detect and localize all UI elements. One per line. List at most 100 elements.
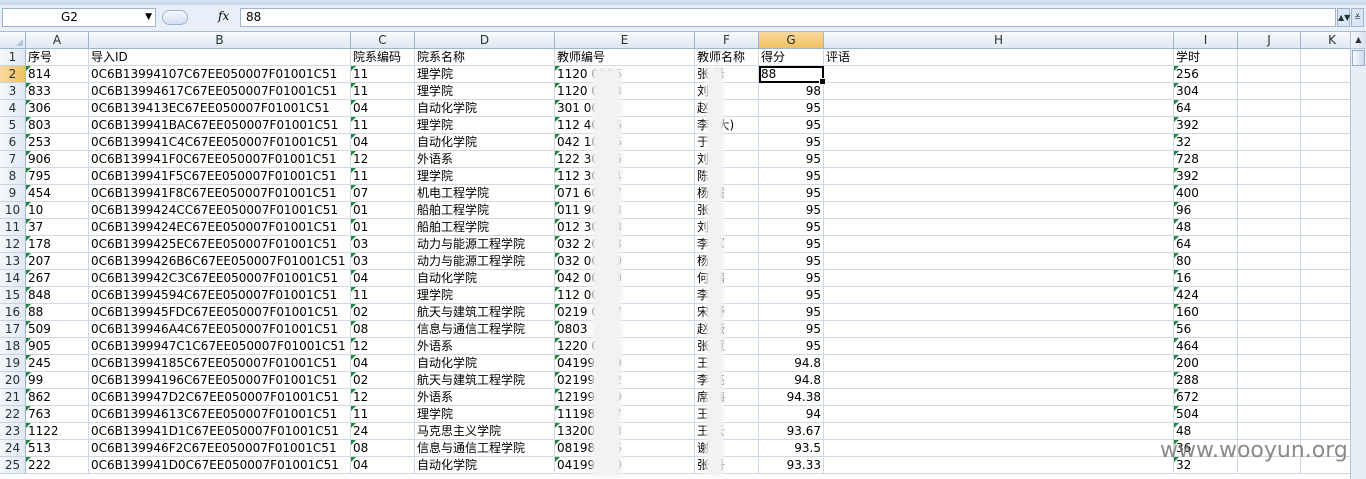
cell-d11[interactable]: 船舶工程学院 [415,219,555,236]
cell-f21[interactable]: 席 梅 [695,389,759,406]
cell-b5[interactable]: 0C6B139941BAC67EE050007F01001C51 [89,117,351,134]
cell-d17[interactable]: 信息与通信工程学院 [415,321,555,338]
cell-g6[interactable]: 95 [759,134,824,151]
cell-c24[interactable]: 08 [351,440,415,457]
cell-b4[interactable]: 0C6B139413EC67EE050007F01001C51 [89,100,351,117]
cell-i12[interactable]: 64 [1174,236,1238,253]
cell-c21[interactable]: 12 [351,389,415,406]
cell-e21[interactable]: 12199 019 [555,389,695,406]
cell-e23[interactable]: 13200 013 [555,423,695,440]
cell-c12[interactable]: 03 [351,236,415,253]
cell-h19[interactable] [824,355,1174,372]
cell-i6[interactable]: 32 [1174,134,1238,151]
insert-function-button[interactable]: fx [218,9,229,23]
cell-j10[interactable] [1238,202,1301,219]
cell-c16[interactable]: 02 [351,304,415,321]
cell-i10[interactable]: 96 [1174,202,1238,219]
row-header[interactable]: 16 [0,304,26,321]
cell-h4[interactable] [824,100,1174,117]
cell-g7[interactable]: 95 [759,151,824,168]
cell-g4[interactable]: 95 [759,100,824,117]
row-header[interactable]: 11 [0,219,26,236]
cell-a8[interactable]: 795 [26,168,89,185]
cell-d23[interactable]: 马克思主义学院 [415,423,555,440]
cell-e24[interactable]: 08198 026 [555,440,695,457]
cell-e22[interactable]: 11198 027 [555,406,695,423]
cell-b6[interactable]: 0C6B139941C4C67EE050007F01001C51 [89,134,351,151]
cell-a7[interactable]: 906 [26,151,89,168]
cell-c3[interactable]: 11 [351,83,415,100]
cell-i18[interactable]: 464 [1174,338,1238,355]
cell-a16[interactable]: 88 [26,304,89,321]
cell-c15[interactable]: 11 [351,287,415,304]
cell-c18[interactable]: 12 [351,338,415,355]
cell-k1[interactable] [1301,49,1350,66]
cell-j20[interactable] [1238,372,1301,389]
cell-g21[interactable]: 94.38 [759,389,824,406]
cell-d25[interactable]: 自动化学院 [415,457,555,474]
cell-d1[interactable]: 院系名称 [415,49,555,66]
cell-k3[interactable] [1301,83,1350,100]
cell-a24[interactable]: 513 [26,440,89,457]
cell-e7[interactable]: 122 30076 [555,151,695,168]
cell-f3[interactable]: 刘 [695,83,759,100]
cell-h15[interactable] [824,287,1174,304]
cell-f13[interactable]: 杨 [695,253,759,270]
cell-f22[interactable]: 王 [695,406,759,423]
cell-h9[interactable] [824,185,1174,202]
cell-j4[interactable] [1238,100,1301,117]
cell-g13[interactable]: 95 [759,253,824,270]
cell-j13[interactable] [1238,253,1301,270]
cell-g2[interactable]: 88 [759,66,826,85]
cell-j17[interactable] [1238,321,1301,338]
cell-f9[interactable]: 杨 霞 [695,185,759,202]
cell-i5[interactable]: 392 [1174,117,1238,134]
cell-e14[interactable]: 042 00200 [555,270,695,287]
cell-d13[interactable]: 动力与能源工程学院 [415,253,555,270]
cell-b7[interactable]: 0C6B139941F0C67EE050007F01001C51 [89,151,351,168]
cell-a11[interactable]: 37 [26,219,89,236]
cell-g24[interactable]: 93.5 [759,440,824,457]
cell-a22[interactable]: 763 [26,406,89,423]
cell-i15[interactable]: 424 [1174,287,1238,304]
cell-k6[interactable] [1301,134,1350,151]
cell-h5[interactable] [824,117,1174,134]
row-header[interactable]: 7 [0,151,26,168]
cell-a10[interactable]: 10 [26,202,89,219]
column-header-g[interactable]: G [759,32,824,48]
cell-h24[interactable] [824,440,1174,457]
cell-b25[interactable]: 0C6B139941D0C67EE050007F01001C51 [89,457,351,474]
cell-d4[interactable]: 自动化学院 [415,100,555,117]
cell-a13[interactable]: 207 [26,253,89,270]
cell-c2[interactable]: 11 [351,66,415,83]
row-header[interactable]: 3 [0,83,26,100]
cell-i7[interactable]: 728 [1174,151,1238,168]
row-header[interactable]: 17 [0,321,26,338]
cell-j14[interactable] [1238,270,1301,287]
cell-a1[interactable]: 序号 [26,49,89,66]
expand-formula-bar-button[interactable]: ≚ [1351,8,1364,27]
cell-j1[interactable] [1238,49,1301,66]
cell-f18[interactable]: 张 慧 [695,338,759,355]
row-header[interactable]: 18 [0,338,26,355]
cell-g12[interactable]: 95 [759,236,824,253]
cell-f15[interactable]: 李 [695,287,759,304]
cell-h11[interactable] [824,219,1174,236]
cell-e4[interactable]: 301 0013 [555,100,695,117]
cell-h20[interactable] [824,372,1174,389]
cell-j15[interactable] [1238,287,1301,304]
cell-d18[interactable]: 外语系 [415,338,555,355]
cell-j7[interactable] [1238,151,1301,168]
cell-b15[interactable]: 0C6B13994594C67EE050007F01001C51 [89,287,351,304]
cell-h3[interactable] [824,83,1174,100]
row-header[interactable]: 25 [0,457,26,474]
cell-f20[interactable]: 李 亮 [695,372,759,389]
cell-h18[interactable] [824,338,1174,355]
cell-a12[interactable]: 178 [26,236,89,253]
cell-f19[interactable]: 王 [695,355,759,372]
cell-g22[interactable]: 94 [759,406,824,423]
cell-k4[interactable] [1301,100,1350,117]
cell-c11[interactable]: 01 [351,219,415,236]
cell-h21[interactable] [824,389,1174,406]
cell-k19[interactable] [1301,355,1350,372]
